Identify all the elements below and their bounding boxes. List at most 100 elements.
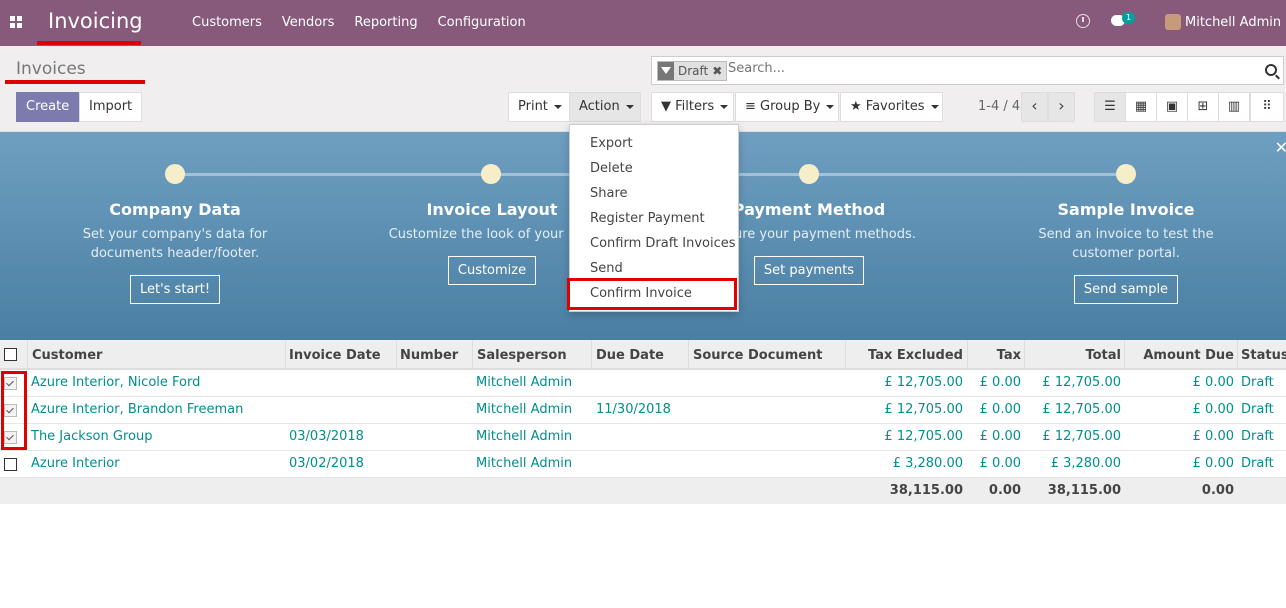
annotation-underline [37, 41, 141, 45]
table-row[interactable]: Azure Interior, Brandon Freeman Mitchell… [0, 397, 1286, 424]
table-row[interactable]: Azure Interior, Nicole Ford Mitchell Adm… [0, 370, 1286, 397]
chat-badge: 1 [1122, 12, 1136, 24]
cell-status: Draft [1241, 402, 1274, 417]
filter-icon [658, 62, 674, 80]
cell-total: £ 12,705.00 [1042, 429, 1121, 444]
graph-view-icon[interactable]: ▥ [1218, 92, 1250, 122]
cell-salesperson: Mitchell Admin [476, 402, 573, 417]
table-row[interactable]: Azure Interior 03/02/2018 Mitchell Admin… [0, 451, 1286, 478]
facet-remove-icon[interactable]: ✖ [712, 62, 727, 80]
step-title: Sample Invoice [1057, 200, 1195, 219]
cell-amount-due: £ 0.00 [1192, 375, 1234, 390]
cell-customer: Azure Interior [31, 456, 120, 471]
top-navbar: Invoicing Customers Vendors Reporting Co… [0, 0, 1286, 46]
customize-button[interactable]: Customize [447, 256, 537, 285]
cell-customer: Azure Interior, Nicole Ford [31, 375, 201, 390]
print-button[interactable]: Print [508, 92, 572, 122]
header-salesperson[interactable]: Salesperson [477, 348, 567, 363]
table-header: Customer Invoice Date Number Salesperson… [0, 340, 1286, 370]
header-tax-excluded[interactable]: Tax Excluded [868, 348, 963, 363]
menu-item-register-payment[interactable]: Register Payment [590, 211, 705, 226]
cell-salesperson: Mitchell Admin [476, 429, 573, 444]
search-input[interactable] [728, 61, 1248, 76]
calendar-view-icon[interactable]: ▣ [1156, 92, 1188, 122]
caret-down-icon [930, 104, 939, 109]
breadcrumb-title: Invoices [16, 59, 86, 79]
app-title[interactable]: Invoicing [48, 9, 143, 33]
cell-invoice-date: 03/03/2018 [289, 429, 364, 444]
facet-label: Draft [674, 62, 713, 80]
cell-total: £ 12,705.00 [1042, 375, 1121, 390]
kanban-view-icon[interactable]: ▦ [1125, 92, 1157, 122]
user-avatar[interactable] [1165, 14, 1181, 30]
list-icon: ≡ [745, 99, 756, 114]
import-button[interactable]: Import [79, 92, 143, 122]
header-status[interactable]: Status [1241, 348, 1286, 363]
cell-total: £ 3,280.00 [1050, 456, 1121, 471]
cell-tax: £ 0.00 [979, 375, 1021, 390]
pager-next-button[interactable]: › [1048, 92, 1075, 122]
menu-item-send[interactable]: Send [590, 261, 623, 276]
table-footer-totals: 38,115.00 0.00 38,115.00 0.00 [0, 478, 1286, 504]
cell-tax: £ 0.00 [979, 456, 1021, 471]
cell-salesperson: Mitchell Admin [476, 456, 573, 471]
menu-reporting[interactable]: Reporting [354, 15, 417, 30]
filter-facet-draft: Draft ✖ [657, 61, 728, 81]
total-total: 38,115.00 [1047, 483, 1121, 498]
menu-item-share[interactable]: Share [590, 186, 628, 201]
cell-salesperson: Mitchell Admin [476, 375, 573, 390]
caret-down-icon [625, 104, 634, 109]
action-button[interactable]: Action [569, 92, 641, 122]
search-icon[interactable] [1265, 64, 1277, 76]
menu-customers[interactable]: Customers [192, 15, 262, 30]
menu-item-confirm-draft-invoices[interactable]: Confirm Draft Invoices [590, 236, 736, 251]
lets-start-button[interactable]: Let's start! [129, 275, 221, 304]
cell-tax-excluded: £ 12,705.00 [884, 402, 963, 417]
annotation-underline [5, 80, 145, 84]
close-icon[interactable]: ✕ [1275, 138, 1286, 157]
caret-down-icon [553, 104, 562, 109]
header-due-date[interactable]: Due Date [596, 348, 664, 363]
send-sample-button[interactable]: Send sample [1073, 275, 1179, 304]
favorites-button[interactable]: ★ Favorites [840, 92, 943, 122]
print-label: Print [518, 99, 548, 114]
pager-previous-button[interactable]: ‹ [1021, 92, 1048, 122]
header-invoice-date[interactable]: Invoice Date [289, 348, 381, 363]
grid-view-icon[interactable]: ⠿ [1250, 92, 1284, 122]
groupby-button[interactable]: ≡ Group By [735, 92, 839, 122]
total-tax: 0.00 [988, 483, 1021, 498]
menu-configuration[interactable]: Configuration [438, 15, 526, 30]
cell-amount-due: £ 0.00 [1192, 402, 1234, 417]
pager-value[interactable]: 1-4 / 4 [978, 99, 1020, 114]
apps-menu-icon[interactable] [10, 16, 22, 28]
table-row[interactable]: The Jackson Group 03/03/2018 Mitchell Ad… [0, 424, 1286, 451]
header-tax[interactable]: Tax [997, 348, 1021, 363]
row-checkbox[interactable] [4, 458, 17, 471]
header-customer[interactable]: Customer [32, 348, 102, 363]
action-label: Action [579, 99, 620, 114]
list-view-icon[interactable]: ☰ [1094, 92, 1126, 122]
filters-button[interactable]: ▼ Filters [651, 92, 734, 122]
pivot-view-icon[interactable]: ⊞ [1187, 92, 1219, 122]
header-number[interactable]: Number [400, 348, 458, 363]
search-bar: Draft ✖ [651, 56, 1284, 85]
cell-amount-due: £ 0.00 [1192, 429, 1234, 444]
menu-item-delete[interactable]: Delete [590, 161, 633, 176]
main-menu: Customers Vendors Reporting Configuratio… [192, 15, 546, 30]
user-menu[interactable]: Mitchell Admin [1185, 15, 1281, 30]
header-amount-due[interactable]: Amount Due [1143, 348, 1234, 363]
set-payments-button[interactable]: Set payments [753, 256, 865, 285]
total-amount-due: 0.00 [1201, 483, 1234, 498]
menu-vendors[interactable]: Vendors [282, 15, 334, 30]
select-all-checkbox[interactable] [4, 348, 17, 361]
activity-clock-icon[interactable] [1076, 14, 1090, 28]
cell-customer: The Jackson Group [31, 429, 153, 444]
header-total[interactable]: Total [1085, 348, 1121, 363]
cell-tax-excluded: £ 3,280.00 [892, 456, 963, 471]
create-button[interactable]: Create [16, 92, 80, 122]
menu-item-export[interactable]: Export [590, 136, 633, 151]
step-sample-invoice: Sample Invoice Send an invoice to test t… [1006, 132, 1246, 304]
step-description: Send an invoice to test the customer port… [1038, 227, 1214, 261]
header-source-document[interactable]: Source Document [693, 348, 823, 363]
cell-tax-excluded: £ 12,705.00 [884, 429, 963, 444]
